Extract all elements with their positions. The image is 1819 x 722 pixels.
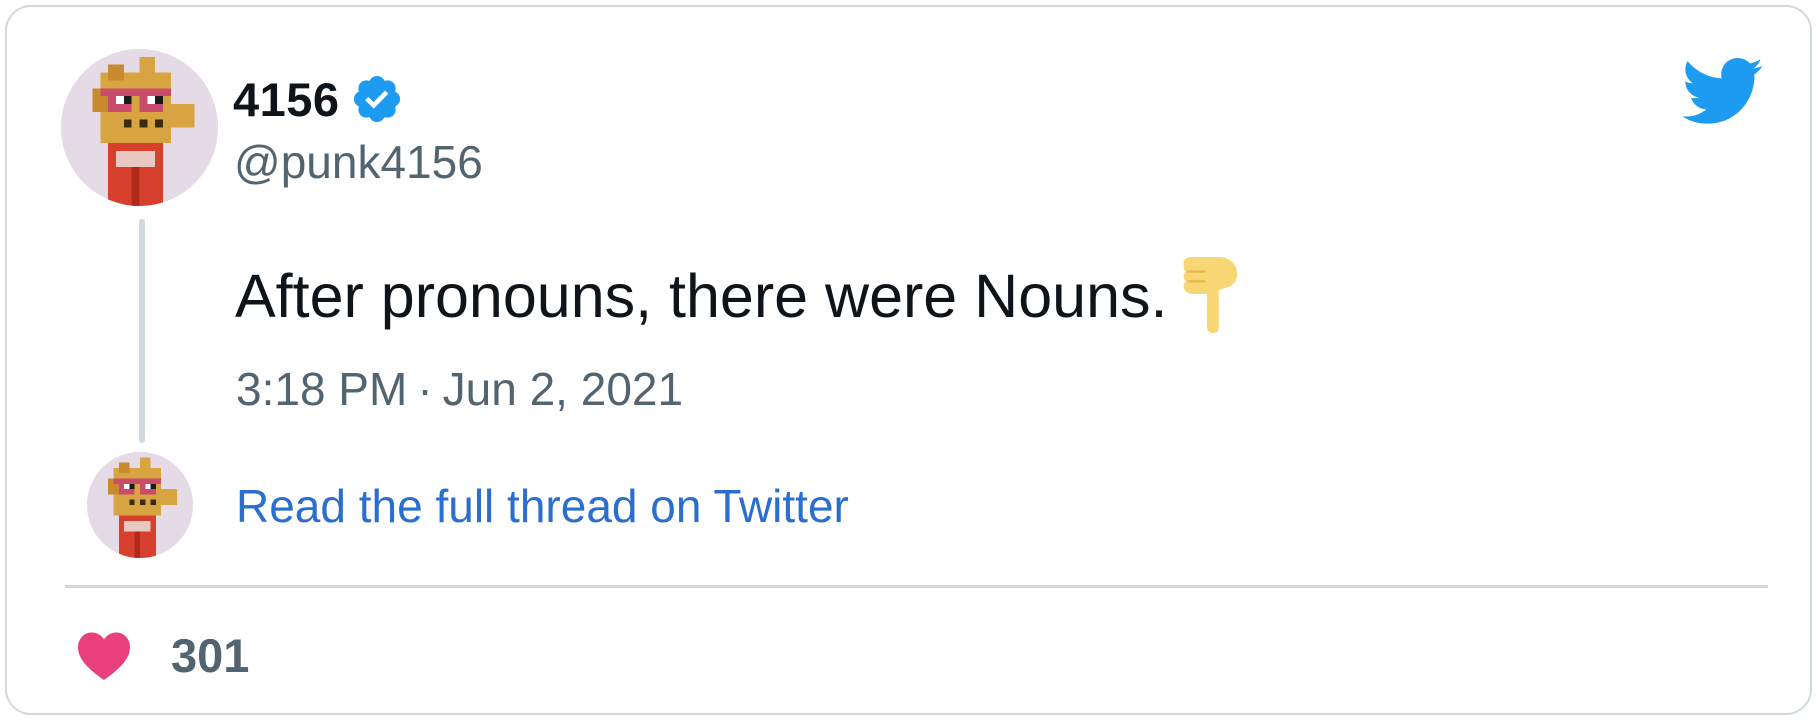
author-display-name[interactable]: 4156 <box>233 72 340 127</box>
verified-badge-icon <box>350 72 404 126</box>
divider <box>65 585 1768 588</box>
pixel-punk-avatar-icon <box>61 49 218 206</box>
author-name-row: 4156 <box>233 69 404 129</box>
heart-icon[interactable] <box>75 629 133 681</box>
thread-connector-line <box>139 219 145 443</box>
tweet-body: After pronouns, there were Nouns. <box>235 262 1168 330</box>
tweet-date: Jun 2, 2021 <box>442 363 684 415</box>
tweet-text: After pronouns, there were Nouns. <box>235 255 1243 337</box>
read-full-thread-link[interactable]: Read the full thread on Twitter <box>236 479 849 533</box>
thread-author-avatar[interactable] <box>87 452 193 558</box>
tweet-time: 3:18 PM <box>236 363 408 415</box>
pointing-down-emoji-icon <box>1175 255 1243 337</box>
like-row: 301 <box>75 625 249 685</box>
author-handle[interactable]: @punk4156 <box>234 135 483 189</box>
tweet-timestamp[interactable]: 3:18 PM · Jun 2, 2021 <box>236 362 683 416</box>
timestamp-separator: · <box>417 363 433 415</box>
author-avatar[interactable] <box>61 49 218 206</box>
pixel-punk-avatar-icon <box>87 452 193 558</box>
twitter-bird-icon[interactable] <box>1682 57 1764 127</box>
like-count: 301 <box>171 628 250 682</box>
tweet-card: 4156 @punk4156 After pronouns, there wer… <box>5 5 1812 715</box>
